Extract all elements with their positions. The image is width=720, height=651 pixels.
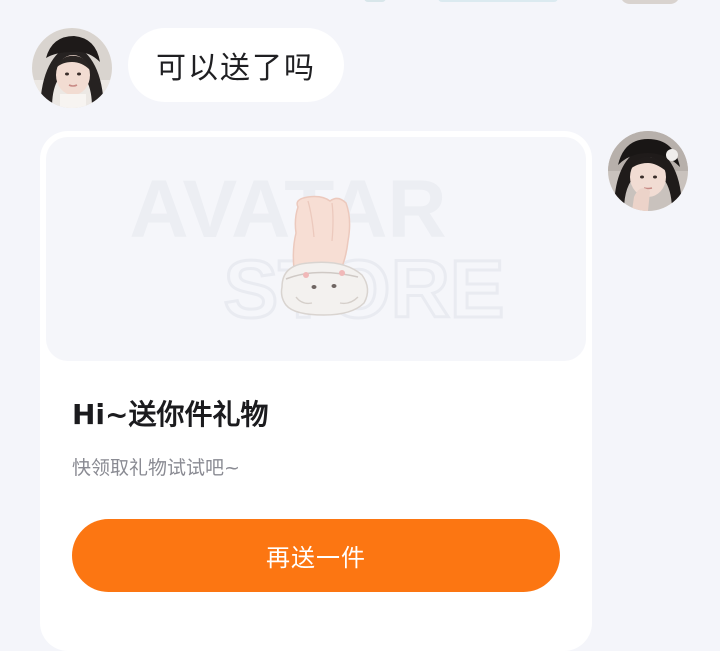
previous-avatar-edge bbox=[620, 0, 680, 4]
sender-avatar-photo bbox=[32, 28, 112, 108]
message-text: 可以送了吗 bbox=[156, 51, 316, 86]
send-another-gift-label: 再送一件 bbox=[266, 544, 366, 572]
watermark-avatar: AVATAR bbox=[129, 164, 446, 255]
self-avatar-photo bbox=[608, 131, 688, 211]
previous-message-edge bbox=[438, 0, 558, 2]
gift-card[interactable]: AVATAR STORE Hi~送你件礼物 快领取礼物试试吧~ 再送一件 bbox=[40, 131, 592, 651]
previous-message-edge bbox=[364, 0, 386, 2]
send-another-gift-button[interactable]: 再送一件 bbox=[72, 519, 560, 592]
sender-avatar[interactable] bbox=[32, 28, 112, 108]
gift-title: Hi~送你件礼物 bbox=[72, 398, 269, 431]
incoming-message-bubble[interactable]: 可以送了吗 bbox=[128, 28, 344, 102]
self-avatar[interactable] bbox=[608, 131, 688, 211]
gift-subtitle: 快领取礼物试试吧~ bbox=[72, 457, 240, 479]
gift-preview: AVATAR STORE bbox=[129, 164, 506, 337]
gift-image-area: AVATAR STORE bbox=[46, 137, 586, 361]
